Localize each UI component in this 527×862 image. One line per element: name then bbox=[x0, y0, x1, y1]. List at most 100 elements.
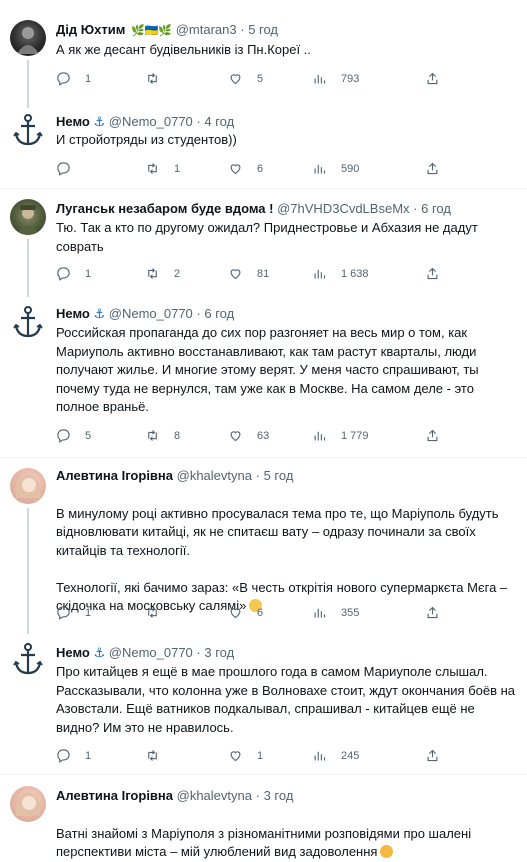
retweet-icon bbox=[148, 607, 157, 618]
retweet-button[interactable] bbox=[145, 748, 174, 763]
avatar[interactable] bbox=[10, 112, 46, 148]
retweet-button[interactable] bbox=[145, 605, 174, 620]
tweet-header: Алевтина Ігорівна @khalevtyna · 3 год bbox=[56, 788, 294, 803]
author-name[interactable]: Луганськ незабаром буде вдома ! bbox=[56, 201, 273, 216]
retweet-count: 2 bbox=[174, 267, 181, 280]
action-bar: 5 8 63 1 779 bbox=[56, 428, 438, 446]
views-button[interactable]: 590 bbox=[312, 161, 359, 176]
timestamp[interactable]: 3 год bbox=[204, 645, 234, 660]
tweet-text: Российская пропаганда до сих пор разгоня… bbox=[56, 325, 479, 414]
avatar[interactable] bbox=[10, 786, 46, 822]
share-button[interactable] bbox=[425, 428, 440, 443]
share-button[interactable] bbox=[425, 605, 440, 620]
author-handle[interactable]: @khalevtyna bbox=[177, 788, 252, 803]
action-bar: 1 5 793 bbox=[56, 71, 438, 89]
heart-icon bbox=[230, 751, 241, 762]
author-handle[interactable]: @khalevtyna bbox=[177, 468, 252, 483]
author-name[interactable]: Алевтина Ігорівна bbox=[56, 468, 173, 483]
reply-icon bbox=[57, 162, 70, 176]
retweet-button[interactable]: 2 bbox=[145, 266, 180, 281]
reply-button[interactable]: 1 bbox=[56, 605, 91, 620]
tweet-6[interactable]: Алевтина Ігорівна @khalevtyna · 3 год Ва… bbox=[0, 775, 527, 859]
reply-button[interactable]: 1 bbox=[56, 71, 91, 86]
view-count: 245 bbox=[341, 749, 360, 762]
author-handle[interactable]: @Nemo_0770 bbox=[109, 645, 193, 660]
reply-count: 1 bbox=[85, 267, 92, 280]
tweet-text-content: В минулому році активно просувалася тема… bbox=[56, 505, 508, 614]
reply-icon bbox=[57, 749, 70, 763]
timestamp[interactable]: 3 год bbox=[264, 788, 294, 803]
author-handle[interactable]: @Nemo_0770 bbox=[109, 114, 193, 129]
avatar[interactable] bbox=[10, 468, 46, 504]
author-name[interactable]: Немо bbox=[56, 645, 90, 660]
tweet-4[interactable]: Алевтина Ігорівна @khalevtyna · 5 год В … bbox=[0, 458, 527, 634]
like-count: 81 bbox=[257, 267, 270, 280]
like-button[interactable]: 6 bbox=[228, 605, 263, 620]
timestamp[interactable]: 5 год bbox=[264, 468, 294, 483]
share-icon bbox=[427, 429, 438, 442]
retweet-icon bbox=[148, 750, 157, 761]
views-button[interactable]: 245 bbox=[312, 748, 359, 763]
like-button[interactable]: 81 bbox=[228, 266, 269, 281]
reply-button[interactable] bbox=[56, 161, 85, 176]
timestamp[interactable]: 6 год bbox=[421, 201, 451, 216]
views-button[interactable]: 1 638 bbox=[312, 266, 369, 281]
tweet-5[interactable]: Немо ⚓ @Nemo_0770 · 3 год Про китайцев я… bbox=[0, 631, 527, 774]
views-button[interactable]: 355 bbox=[312, 605, 359, 620]
author-name[interactable]: Алевтина Ігорівна bbox=[56, 788, 173, 803]
avatar[interactable] bbox=[10, 641, 46, 677]
retweet-button[interactable] bbox=[145, 71, 174, 86]
share-icon bbox=[427, 267, 438, 280]
tweet-header: Луганськ незабаром буде вдома ! @7hVHD3C… bbox=[56, 201, 451, 216]
like-button[interactable]: 1 bbox=[228, 748, 263, 763]
timestamp[interactable]: 5 год bbox=[248, 22, 278, 37]
tweet-3[interactable]: Немо ⚓ @Nemo_0770 · 6 год Российская про… bbox=[0, 294, 527, 457]
like-button[interactable]: 6 bbox=[228, 161, 263, 176]
author-name[interactable]: Немо bbox=[56, 306, 90, 321]
heart-icon bbox=[230, 164, 241, 175]
like-button[interactable]: 5 bbox=[228, 71, 263, 86]
views-button[interactable]: 1 779 bbox=[312, 428, 369, 443]
retweet-button[interactable]: 8 bbox=[145, 428, 180, 443]
author-name[interactable]: Дід Юхтим bbox=[56, 22, 125, 37]
timestamp[interactable]: 4 год bbox=[204, 114, 234, 129]
views-icon bbox=[314, 608, 326, 618]
tweet-0[interactable]: Дід Юхтим 🌿🇺🇦🌿 @mtaran3 · 5 год А як же … bbox=[0, 0, 527, 108]
reply-button[interactable]: 1 bbox=[56, 266, 91, 281]
timestamp[interactable]: 6 год bbox=[204, 306, 234, 321]
author-handle[interactable]: @mtaran3 bbox=[176, 22, 237, 37]
retweet-icon bbox=[148, 430, 157, 441]
hand-over-mouth-emoji bbox=[380, 845, 394, 858]
share-icon bbox=[427, 162, 438, 175]
anchor-emoji: ⚓ bbox=[93, 306, 106, 321]
author-handle[interactable]: @7hVHD3CvdLBseMx bbox=[277, 201, 409, 216]
tweet-2[interactable]: Луганськ незабаром буде вдома ! @7hVHD3C… bbox=[0, 189, 527, 297]
retweet-button[interactable]: 1 bbox=[145, 161, 180, 176]
avatar[interactable] bbox=[10, 20, 46, 56]
share-button[interactable] bbox=[425, 71, 440, 86]
tweet-text: В минулому році активно просувалася тема… bbox=[56, 486, 518, 616]
tweet-1[interactable]: Немо ⚓ @Nemo_0770 · 4 год И стройотряды … bbox=[0, 104, 527, 188]
author-name[interactable]: Немо bbox=[56, 114, 90, 129]
heart-icon bbox=[230, 269, 241, 280]
avatar[interactable] bbox=[10, 304, 46, 340]
like-button[interactable]: 63 bbox=[228, 428, 269, 443]
author-handle[interactable]: @Nemo_0770 bbox=[109, 306, 193, 321]
avatar[interactable] bbox=[10, 199, 46, 235]
tweet-header: Немо ⚓ @Nemo_0770 · 4 год bbox=[56, 114, 235, 129]
name-emoji: 🌿🇺🇦🌿 bbox=[130, 25, 173, 37]
share-button[interactable] bbox=[425, 748, 440, 763]
reply-button[interactable]: 5 bbox=[56, 428, 91, 443]
reply-button[interactable]: 1 bbox=[56, 748, 91, 763]
tweet-header: Немо ⚓ @Nemo_0770 · 6 год bbox=[56, 306, 235, 321]
view-count: 355 bbox=[341, 606, 360, 619]
tweet-text: Про китайцев я ещё в мае прошлого года в… bbox=[56, 664, 516, 735]
share-button[interactable] bbox=[425, 266, 440, 281]
reply-count: 1 bbox=[85, 606, 92, 619]
heart-icon bbox=[230, 431, 241, 442]
anchor-emoji: ⚓ bbox=[93, 645, 106, 660]
share-button[interactable] bbox=[425, 161, 440, 176]
view-count: 793 bbox=[341, 72, 360, 85]
heart-icon bbox=[230, 74, 241, 85]
views-button[interactable]: 793 bbox=[312, 71, 359, 86]
